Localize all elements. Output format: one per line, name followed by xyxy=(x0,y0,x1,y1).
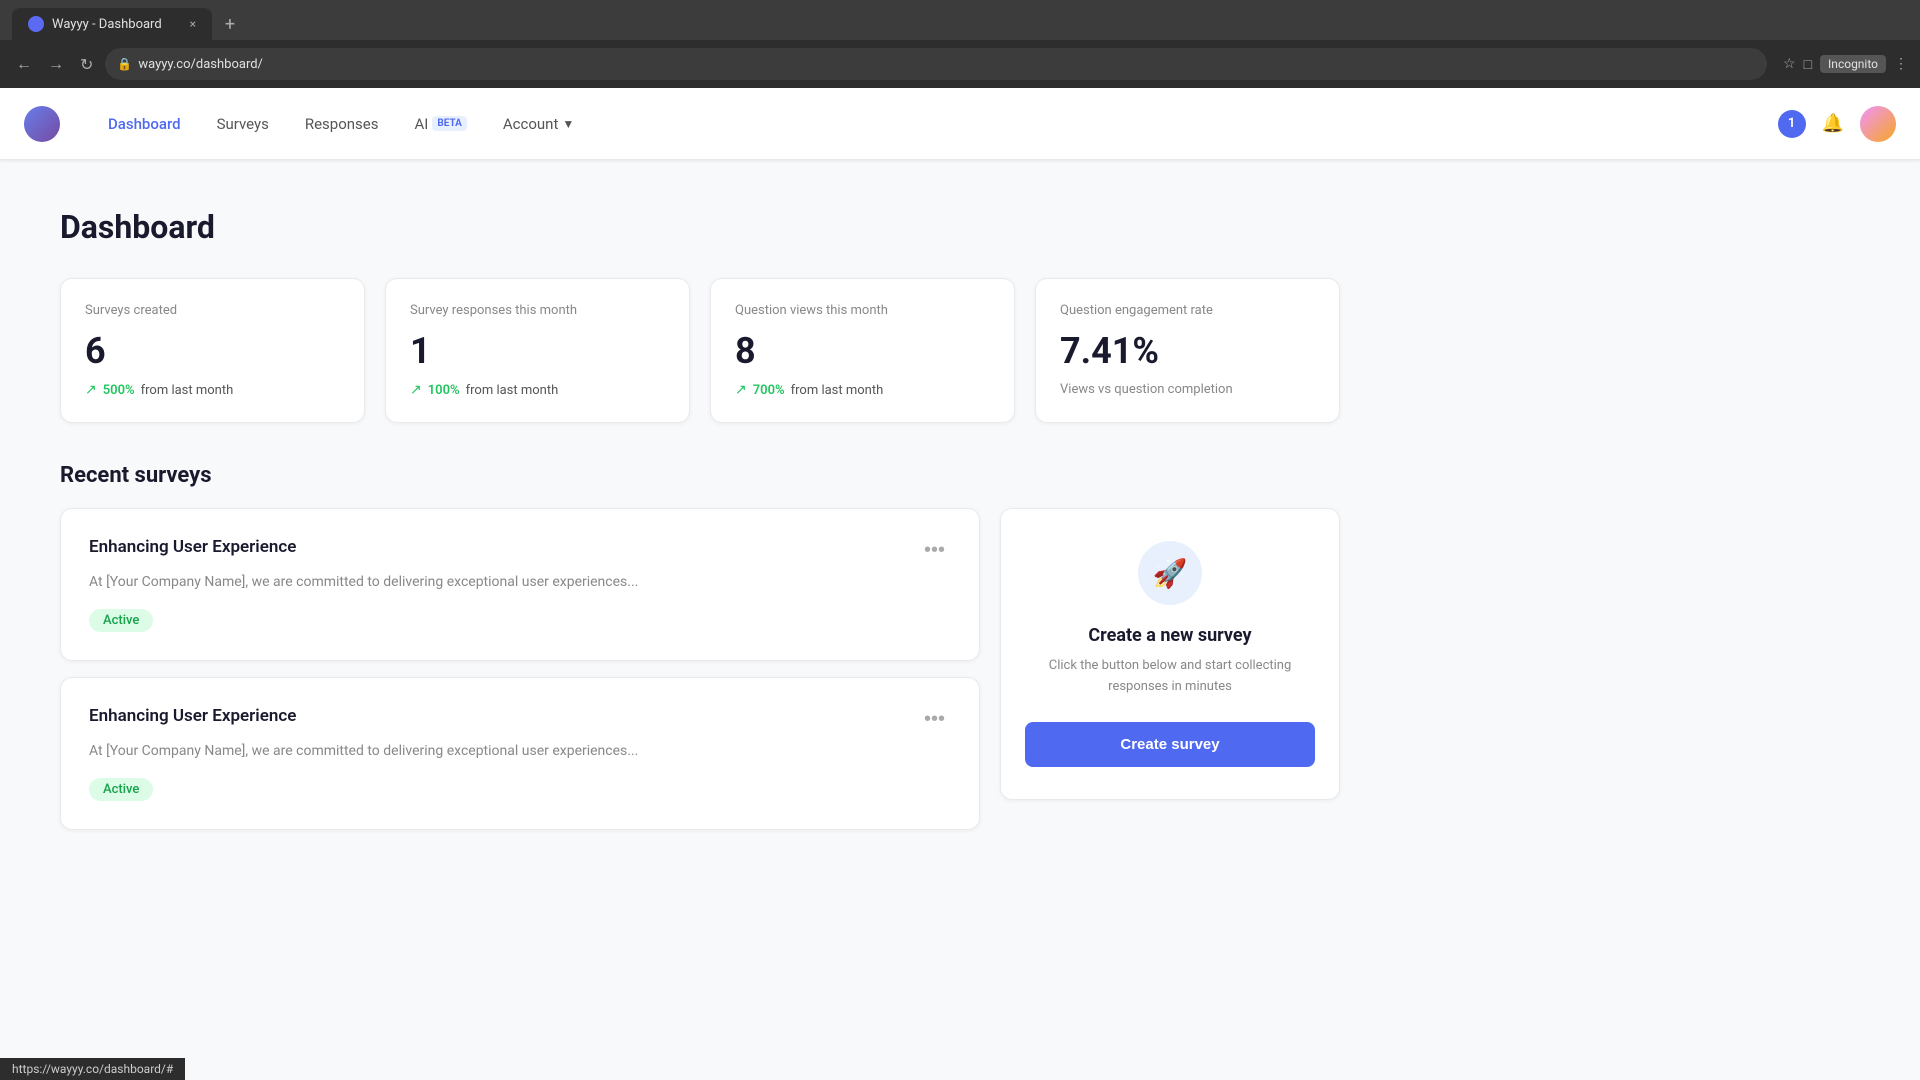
nav-links: Dashboard Surveys Responses AI BETA Acco… xyxy=(92,107,1778,141)
create-survey-card: 🚀 Create a new survey Click the button b… xyxy=(1000,508,1340,800)
stats-grid: Surveys created 6 ↗ 500% from last month… xyxy=(60,278,1340,423)
address-bar-container: ← → ↻ 🔒 wayyy.co/dashboard/ ☆ □ Incognit… xyxy=(0,40,1920,88)
notification-badge[interactable]: 1 xyxy=(1778,110,1806,138)
status-badge: Active xyxy=(89,609,153,632)
active-tab[interactable]: Wayyy - Dashboard × xyxy=(12,8,212,40)
nav-ai-label: AI xyxy=(414,115,428,133)
change-text: from last month xyxy=(141,383,234,398)
trend-pct: 700% xyxy=(753,383,785,398)
stat-card-views: Question views this month 8 ↗ 700% from … xyxy=(710,278,1015,423)
status-bar: https://wayyy.co/dashboard/# xyxy=(0,1058,185,1080)
stat-value: 7.41% xyxy=(1060,330,1315,372)
change-text: from last month xyxy=(791,383,884,398)
stat-card-engagement: Question engagement rate 7.41% Views vs … xyxy=(1035,278,1340,423)
notification-count: 1 xyxy=(1788,116,1795,131)
beta-badge: BETA xyxy=(432,116,467,131)
trend-pct: 500% xyxy=(103,383,135,398)
stat-change: ↗ 700% from last month xyxy=(735,382,990,398)
url-text: wayyy.co/dashboard/ xyxy=(138,57,1755,72)
new-tab-button[interactable]: + xyxy=(216,10,244,38)
address-bar[interactable]: 🔒 wayyy.co/dashboard/ xyxy=(105,48,1767,80)
create-survey-description: Click the button below and start collect… xyxy=(1025,656,1315,698)
survey-card-header: Enhancing User Experience ••• xyxy=(89,706,951,733)
incognito-badge: Incognito xyxy=(1820,55,1886,73)
survey-description: At [Your Company Name], we are committed… xyxy=(89,572,951,593)
page-title: Dashboard xyxy=(60,208,1340,246)
create-survey-button[interactable]: Create survey xyxy=(1025,722,1315,767)
forward-button[interactable]: → xyxy=(44,50,68,78)
nav-link-surveys[interactable]: Surveys xyxy=(201,107,285,141)
survey-card: Enhancing User Experience ••• At [Your C… xyxy=(60,677,980,830)
survey-name: Enhancing User Experience xyxy=(89,706,296,726)
stat-value: 8 xyxy=(735,330,990,372)
survey-description: At [Your Company Name], we are committed… xyxy=(89,741,951,762)
back-button[interactable]: ← xyxy=(12,50,36,78)
stat-value: 6 xyxy=(85,330,340,372)
tab-close-icon[interactable]: × xyxy=(190,17,196,31)
tab-favicon xyxy=(28,16,44,32)
main-content: Dashboard Surveys created 6 ↗ 500% from … xyxy=(0,160,1400,878)
survey-card: Enhancing User Experience ••• At [Your C… xyxy=(60,508,980,661)
app-nav: Dashboard Surveys Responses AI BETA Acco… xyxy=(0,88,1920,160)
more-options-button[interactable]: ••• xyxy=(918,706,951,733)
survey-cards: Enhancing User Experience ••• At [Your C… xyxy=(60,508,980,830)
chevron-down-icon: ▼ xyxy=(562,117,574,131)
reload-button[interactable]: ↻ xyxy=(76,51,97,78)
stat-card-responses: Survey responses this month 1 ↗ 100% fro… xyxy=(385,278,690,423)
stat-value: 1 xyxy=(410,330,665,372)
status-badge: Active xyxy=(89,778,153,801)
stat-label: Question views this month xyxy=(735,303,990,318)
tab-title: Wayyy - Dashboard xyxy=(52,17,162,32)
stat-change: ↗ 100% from last month xyxy=(410,382,665,398)
stat-subtitle: Views vs question completion xyxy=(1060,382,1315,397)
app-logo[interactable] xyxy=(24,106,60,142)
trend-pct: 100% xyxy=(428,383,460,398)
survey-card-header: Enhancing User Experience ••• xyxy=(89,537,951,564)
nav-link-account[interactable]: Account ▼ xyxy=(487,107,590,141)
surveys-layout: Enhancing User Experience ••• At [Your C… xyxy=(60,508,1340,830)
status-url: https://wayyy.co/dashboard/# xyxy=(12,1062,173,1076)
trend-up-icon: ↗ xyxy=(85,382,97,398)
browser-chrome: Wayyy - Dashboard × + ← → ↻ 🔒 wayyy.co/d… xyxy=(0,0,1920,88)
nav-link-dashboard[interactable]: Dashboard xyxy=(92,107,197,141)
nav-link-responses[interactable]: Responses xyxy=(289,107,395,141)
nav-link-ai[interactable]: AI BETA xyxy=(398,107,482,141)
create-survey-title: Create a new survey xyxy=(1088,625,1251,646)
account-label: Account xyxy=(503,115,559,133)
browser-tabs: Wayyy - Dashboard × + xyxy=(0,0,1920,40)
nav-right: 1 🔔 xyxy=(1778,106,1896,142)
trend-up-icon: ↗ xyxy=(410,382,422,398)
rocket-icon: 🚀 xyxy=(1138,541,1202,605)
browser-right-actions: ☆ □ Incognito ⋮ xyxy=(1783,55,1908,73)
bell-icon[interactable]: 🔔 xyxy=(1822,113,1844,134)
trend-up-icon: ↗ xyxy=(735,382,747,398)
avatar[interactable] xyxy=(1860,106,1896,142)
stat-card-surveys-created: Surveys created 6 ↗ 500% from last month xyxy=(60,278,365,423)
change-text: from last month xyxy=(466,383,559,398)
menu-icon[interactable]: ⋮ xyxy=(1894,56,1908,72)
stat-change: ↗ 500% from last month xyxy=(85,382,340,398)
lock-icon: 🔒 xyxy=(117,57,132,71)
extensions-icon[interactable]: □ xyxy=(1804,56,1812,73)
stat-label: Question engagement rate xyxy=(1060,303,1315,318)
survey-name: Enhancing User Experience xyxy=(89,537,296,557)
incognito-label: Incognito xyxy=(1828,57,1878,71)
section-title-recent-surveys: Recent surveys xyxy=(60,463,1340,488)
bookmark-icon[interactable]: ☆ xyxy=(1783,56,1796,72)
stat-label: Survey responses this month xyxy=(410,303,665,318)
more-options-button[interactable]: ••• xyxy=(918,537,951,564)
stat-label: Surveys created xyxy=(85,303,340,318)
